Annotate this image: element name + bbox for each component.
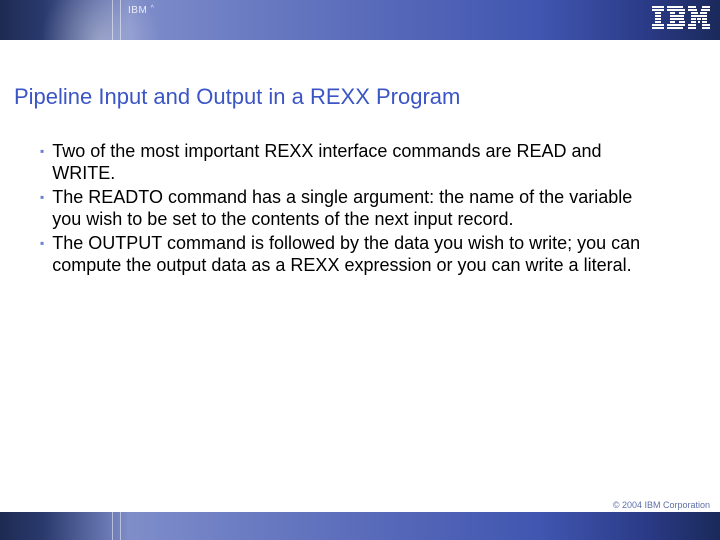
slide: IBM ^	[0, 0, 720, 540]
footer-bar	[0, 512, 720, 540]
footer-divider	[112, 512, 113, 540]
bullet-text: The OUTPUT command is followed by the da…	[52, 232, 660, 276]
bullet-text: The READTO command has a single argument…	[52, 186, 660, 230]
bullet-icon: ▪	[40, 140, 44, 162]
footer-divider	[120, 512, 121, 540]
header-divider	[120, 0, 121, 40]
ibm-logo-icon	[652, 6, 710, 35]
bullet-icon: ▪	[40, 232, 44, 254]
list-item: ▪ The OUTPUT command is followed by the …	[40, 232, 660, 276]
list-item: ▪ The READTO command has a single argume…	[40, 186, 660, 230]
bullet-text: Two of the most important REXX interface…	[52, 140, 660, 184]
header-brand-label: IBM ^	[128, 5, 154, 16]
slide-title: Pipeline Input and Output in a REXX Prog…	[14, 84, 460, 110]
brand-text: IBM	[128, 5, 147, 16]
header-bar: IBM ^	[0, 0, 720, 40]
list-item: ▪ Two of the most important REXX interfa…	[40, 140, 660, 184]
brand-caret: ^	[151, 5, 155, 12]
copyright-text: © 2004 IBM Corporation	[613, 500, 710, 510]
header-divider	[112, 0, 113, 40]
bullet-icon: ▪	[40, 186, 44, 208]
slide-body: ▪ Two of the most important REXX interfa…	[40, 140, 660, 278]
